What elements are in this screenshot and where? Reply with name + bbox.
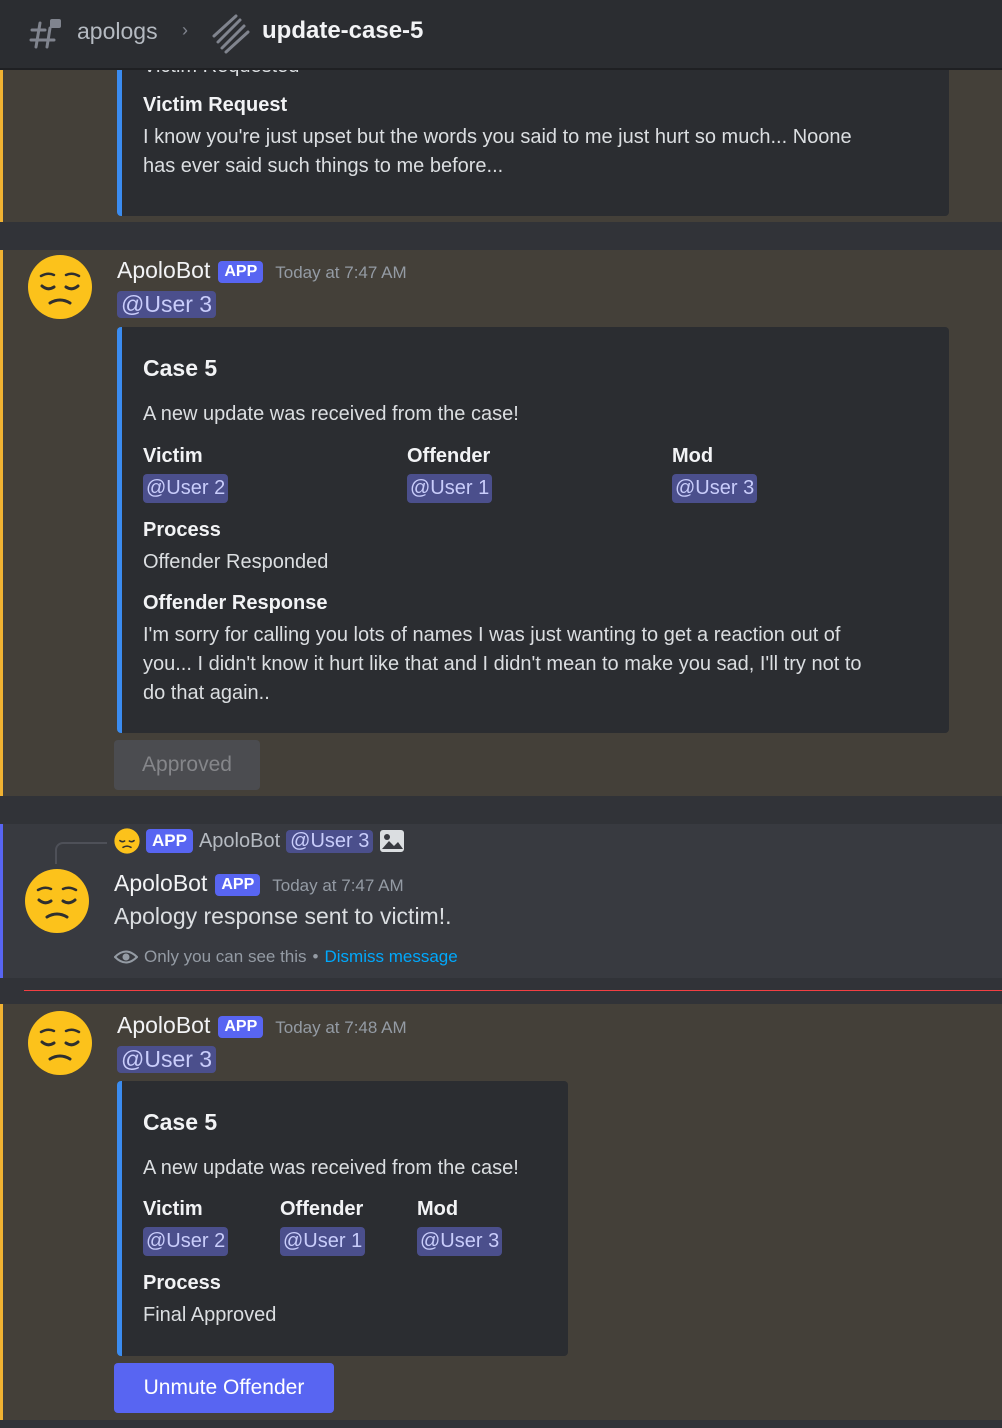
timestamp[interactable]: Today at 7:48 AM xyxy=(275,1018,406,1038)
embed-title: Case 5 xyxy=(143,355,218,381)
image-icon xyxy=(380,830,405,852)
timestamp[interactable]: Today at 7:47 AM xyxy=(275,263,406,283)
embed-title: Case 5 xyxy=(143,1109,218,1135)
embed-field-name-offender: Offender xyxy=(280,1198,364,1220)
embed-field-name-victim: Victim xyxy=(143,1198,203,1220)
dismiss-message-link[interactable]: Dismiss message xyxy=(324,947,457,967)
embed-field-name-process: Process xyxy=(143,1272,221,1294)
embed-field-name-offender: Offender xyxy=(407,445,491,467)
reply-spine xyxy=(55,842,107,864)
timestamp[interactable]: Today at 7:47 AM xyxy=(272,876,403,896)
eye-icon xyxy=(114,950,138,964)
embed-field-value-offender: @User 1 xyxy=(280,1227,366,1256)
author-name[interactable]: ApoloBot xyxy=(114,870,207,897)
user-mention[interactable]: @User 3 xyxy=(417,1227,503,1256)
user-mention[interactable]: @User 3 xyxy=(117,291,217,318)
pensive-face-avatar[interactable] xyxy=(24,868,90,934)
chevron-right-icon: › xyxy=(182,20,188,40)
embed-field-name-victim: Victim xyxy=(143,445,203,467)
approved-button[interactable]: Approved xyxy=(114,740,260,790)
app-tag: APP xyxy=(146,829,193,853)
embed-field-value-victim: @User 2 xyxy=(143,1227,229,1256)
case-embed-previous: Victim Requested Victim Request I know y… xyxy=(117,55,949,216)
embed-field-value-mod: @User 3 xyxy=(417,1227,503,1256)
unmute-offender-button[interactable]: Unmute Offender xyxy=(114,1363,334,1413)
user-mention[interactable]: @User 3 xyxy=(286,829,374,853)
embed-field-value-victim-request: I know you're just upset but the words y… xyxy=(143,126,852,177)
user-mention[interactable]: @User 1 xyxy=(280,1227,366,1256)
thread-hash-icon xyxy=(29,19,61,49)
message-content: @User 3 xyxy=(117,1046,217,1073)
message-header: ApoloBot APP Today at 7:47 AM xyxy=(114,870,404,898)
app-tag: APP xyxy=(218,261,264,283)
embed-field-name-mod: Mod xyxy=(417,1198,459,1220)
message-header: ApoloBot APP Today at 7:47 AM xyxy=(117,257,407,285)
message-header: ApoloBot APP Today at 7:48 AM xyxy=(117,1012,407,1040)
embed-field-value-mod: @User 3 xyxy=(672,474,758,503)
user-mention[interactable]: @User 2 xyxy=(143,1227,229,1256)
pensive-face-avatar[interactable] xyxy=(27,1010,93,1076)
author-name[interactable]: ApoloBot xyxy=(117,257,210,284)
embed-field-value-offender: @User 1 xyxy=(407,474,493,503)
user-mention[interactable]: @User 1 xyxy=(407,474,493,503)
app-tag: APP xyxy=(215,874,261,896)
message-previous: Victim Requested Victim Request I know y… xyxy=(0,55,1002,222)
channel-header: apologs › update-case-5 xyxy=(0,0,1002,70)
embed-field-name-process: Process xyxy=(143,519,221,541)
reply-author[interactable]: ApoloBot xyxy=(199,830,280,853)
embed-description: A new update was received from the case! xyxy=(143,403,519,425)
embed-field-name-offender-response: Offender Response xyxy=(143,592,328,614)
case-embed: Case 5 A new update was received from th… xyxy=(117,327,949,733)
thread-icon xyxy=(212,14,250,54)
embed-field-value-offender-response: I'm sorry for calling you lots of names … xyxy=(143,624,862,704)
message-case-update-1: ApoloBot APP Today at 7:47 AM @User 3 Ca… xyxy=(0,250,1002,796)
user-mention[interactable]: @User 3 xyxy=(117,1046,217,1073)
user-mention[interactable]: @User 3 xyxy=(672,474,758,503)
embed-field-name-victim-request: Victim Request xyxy=(143,94,288,116)
message-content: @User 3 xyxy=(117,291,217,318)
app-tag: APP xyxy=(218,1016,264,1038)
ephemeral-note-text: Only you can see this xyxy=(144,947,307,966)
ephemeral-note: Only you can see this • Dismiss message xyxy=(114,947,458,967)
new-messages-divider xyxy=(24,990,1002,991)
embed-field-value-process: Offender Responded xyxy=(143,551,329,573)
separator-dot: • xyxy=(312,947,319,966)
pensive-face-mini-avatar xyxy=(114,828,140,854)
pensive-face-avatar[interactable] xyxy=(27,254,93,320)
thread-title: update-case-5 xyxy=(262,17,424,44)
embed-field-value-process: Final Approved xyxy=(143,1304,277,1326)
user-mention[interactable]: @User 2 xyxy=(143,474,229,503)
embed-field-name-mod: Mod xyxy=(672,445,714,467)
embed-field-value-victim: @User 2 xyxy=(143,474,229,503)
message-text: Apology response sent to victim!. xyxy=(114,903,452,929)
embed-description: A new update was received from the case! xyxy=(143,1157,519,1179)
breadcrumb-parent-channel[interactable]: apologs xyxy=(77,18,158,45)
message-case-update-2: ApoloBot APP Today at 7:48 AM @User 3 Ca… xyxy=(0,1004,1002,1420)
case-embed: Case 5 A new update was received from th… xyxy=(117,1081,568,1356)
author-name[interactable]: ApoloBot xyxy=(117,1012,210,1039)
reply-preview[interactable]: APP ApoloBot @User 3 xyxy=(114,828,405,854)
